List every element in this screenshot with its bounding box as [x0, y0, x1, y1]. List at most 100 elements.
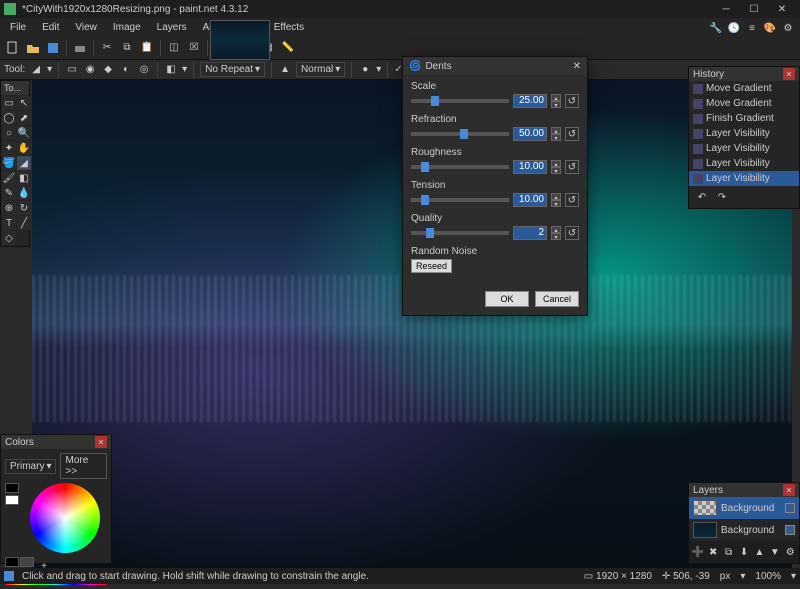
color-primary-dropdown[interactable]: Primary▾ [5, 459, 56, 474]
history-item[interactable]: Layer Visibility [689, 171, 799, 186]
history-item[interactable]: Finish Gradient [689, 111, 799, 126]
ok-button[interactable]: OK [485, 291, 529, 307]
reset-button[interactable]: ↺ [565, 94, 579, 108]
spin-down[interactable]: ▾ [551, 200, 561, 207]
tools-toggle[interactable]: 🔧 [708, 20, 724, 36]
spin-up[interactable]: ▴ [551, 94, 561, 101]
cancel-button[interactable]: Cancel [535, 291, 579, 307]
layer-props-icon[interactable]: ⚙ [784, 543, 797, 561]
gradient-diamond-icon[interactable]: ◆ [101, 63, 115, 77]
layer-merge-icon[interactable]: ⬇ [737, 543, 750, 561]
spin-up[interactable]: ▴ [551, 193, 561, 200]
menu-file[interactable]: File [4, 20, 32, 35]
spin-up[interactable]: ▴ [551, 127, 561, 134]
tool-shapes[interactable]: ◇ [2, 231, 16, 245]
palette-swatch[interactable] [5, 557, 19, 567]
deselect-button[interactable]: ☒ [185, 39, 203, 57]
layers-toggle[interactable]: ≡ [744, 20, 760, 36]
layer-item[interactable]: Background [689, 519, 799, 541]
maximize-button[interactable]: ☐ [740, 0, 768, 18]
colors-close[interactable]: ✕ [95, 436, 107, 448]
reset-button[interactable]: ↺ [565, 193, 579, 207]
history-item[interactable]: Layer Visibility [689, 156, 799, 171]
layer-add-icon[interactable]: ➕ [691, 543, 704, 561]
tool-fill[interactable]: 🪣 [2, 156, 16, 170]
primary-color-swatch[interactable] [5, 483, 19, 493]
spin-down[interactable]: ▾ [551, 233, 561, 240]
tool-gradient[interactable]: ◢ [17, 156, 31, 170]
tool-select-lasso[interactable]: ◯ [2, 111, 16, 125]
slider-thumb[interactable] [421, 195, 429, 205]
tool-eraser[interactable]: ◧ [17, 171, 31, 185]
slider-value[interactable]: 50.00 [513, 127, 547, 141]
reseed-button[interactable]: Reseed [411, 259, 452, 273]
tool-move-sel[interactable]: ⬈ [17, 111, 31, 125]
gradient-spiral-icon[interactable]: ◎ [137, 63, 151, 77]
slider-value[interactable]: 2 [513, 226, 547, 240]
history-undo-icon[interactable]: ↶ [693, 188, 711, 206]
menu-edit[interactable]: Edit [36, 20, 65, 35]
history-item[interactable]: Layer Visibility [689, 126, 799, 141]
tool-pencil[interactable]: ✎ [2, 186, 16, 200]
repeat-dropdown[interactable]: No Repeat▾ [200, 62, 265, 77]
colors-toggle[interactable]: 🎨 [762, 20, 778, 36]
layer-down-icon[interactable]: ▼ [768, 543, 781, 561]
history-redo-icon[interactable]: ↷ [713, 188, 731, 206]
history-item[interactable]: Move Gradient [689, 96, 799, 111]
layer-duplicate-icon[interactable]: ⧉ [722, 543, 735, 561]
tool-move[interactable]: ↖ [17, 96, 31, 110]
slider-thumb[interactable] [460, 129, 468, 139]
history-item[interactable]: Layer Visibility [689, 141, 799, 156]
slider-track[interactable] [411, 99, 509, 103]
slider-value[interactable]: 10.00 [513, 160, 547, 174]
slider-track[interactable] [411, 231, 509, 235]
gradient-radial-icon[interactable]: ◉ [83, 63, 97, 77]
reset-button[interactable]: ↺ [565, 226, 579, 240]
tool-zoom[interactable]: 🔍 [17, 126, 31, 140]
slider-thumb[interactable] [426, 228, 434, 238]
new-button[interactable] [4, 39, 22, 57]
sampling-icon[interactable]: ● [358, 63, 372, 77]
gradient-conical-icon[interactable]: ◐ [119, 63, 133, 77]
spin-up[interactable]: ▴ [551, 226, 561, 233]
flood-icon[interactable]: ▲ [278, 63, 292, 77]
menu-effects[interactable]: Effects [268, 20, 310, 35]
save-button[interactable] [44, 39, 62, 57]
menu-layers[interactable]: Layers [151, 20, 193, 35]
settings-button[interactable]: ⚙ [780, 20, 796, 36]
ruler-button[interactable]: 📏 [279, 39, 297, 57]
color-wheel[interactable] [30, 483, 100, 553]
color-mode-icon[interactable]: ◧ [164, 63, 178, 77]
dialog-close[interactable]: ✕ [573, 61, 581, 72]
tool-select-ellipse[interactable]: ○ [2, 126, 16, 140]
colors-more-button[interactable]: More >> [60, 453, 107, 479]
cut-button[interactable]: ✂ [98, 39, 116, 57]
layer-visibility-check[interactable] [785, 503, 795, 513]
menu-image[interactable]: Image [107, 20, 147, 35]
slider-thumb[interactable] [431, 96, 439, 106]
palette-swatch[interactable] [20, 557, 34, 567]
slider-track[interactable] [411, 198, 509, 202]
tool-select-rect[interactable]: ▭ [2, 96, 16, 110]
tool-text[interactable]: T [2, 216, 16, 230]
status-unit[interactable]: px [720, 571, 731, 582]
tool-brush[interactable]: 🖌 [2, 171, 16, 185]
status-zoom[interactable]: 100% [755, 571, 781, 582]
slider-value[interactable]: 25.00 [513, 94, 547, 108]
spin-down[interactable]: ▾ [551, 167, 561, 174]
open-button[interactable] [24, 39, 42, 57]
tool-line[interactable]: ╱ [17, 216, 31, 230]
layer-item[interactable]: Background [689, 497, 799, 519]
close-button[interactable]: ✕ [768, 0, 796, 18]
tool-icon[interactable]: ◢ [29, 63, 43, 77]
gradient-linear-icon[interactable]: ▭ [65, 63, 79, 77]
tool-clone[interactable]: ⊕ [2, 201, 16, 215]
tool-pan[interactable]: ✋ [17, 141, 31, 155]
slider-track[interactable] [411, 132, 509, 136]
reset-button[interactable]: ↺ [565, 127, 579, 141]
layer-up-icon[interactable]: ▲ [753, 543, 766, 561]
paste-button[interactable]: 📋 [138, 39, 156, 57]
copy-button[interactable]: ⧉ [118, 39, 136, 57]
history-item[interactable]: Move Gradient [689, 81, 799, 96]
minimize-button[interactable]: ─ [712, 0, 740, 18]
